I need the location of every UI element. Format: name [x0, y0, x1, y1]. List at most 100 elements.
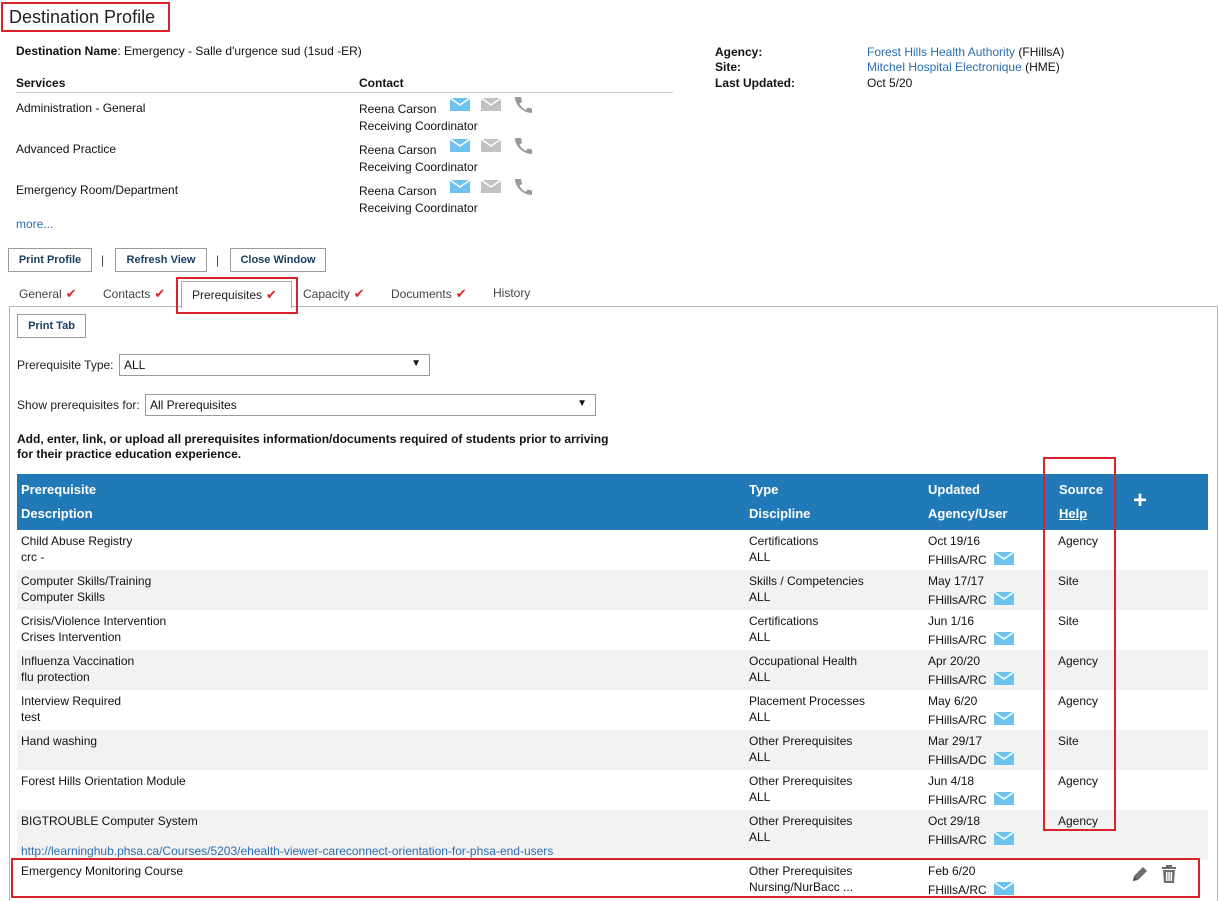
services-header: Services Contact [16, 76, 673, 93]
mail-icon[interactable] [993, 710, 1015, 727]
prerequisite-name: Crisis/Violence Intervention [21, 614, 167, 628]
table-row[interactable]: Crisis/Violence Intervention Crises Inter… [17, 610, 1208, 650]
updated-date: May 6/20 [928, 694, 978, 708]
updated-date: Mar 29/17 [928, 734, 983, 748]
service-name: Administration - General [16, 101, 146, 115]
prerequisite-type: Other Prerequisites [749, 814, 853, 828]
prerequisite-name: BIGTROUBLE Computer System [21, 814, 198, 828]
mail-icon[interactable] [993, 830, 1015, 847]
phone-icon[interactable] [512, 95, 534, 115]
table-row[interactable]: Child Abuse Registry crc - Certifications A… [17, 530, 1208, 570]
updated-date: Jun 4/18 [928, 774, 975, 788]
last-row-highlight [11, 858, 1200, 898]
prerequisite-description: Computer Skills [21, 590, 106, 604]
prerequisite-type-select[interactable]: ALL ▼ [119, 354, 430, 376]
prerequisite-description: Crises Intervention [21, 630, 122, 644]
updated-date: Oct 19/16 [928, 534, 981, 548]
table-row[interactable]: Interview Required test Placement Processe… [17, 690, 1208, 730]
prerequisite-discipline: ALL [749, 550, 771, 564]
mail-icon[interactable] [993, 550, 1015, 567]
show-prerequisites-value: All Prerequisites [150, 398, 237, 412]
updated-date: Apr 20/20 [928, 654, 981, 668]
prerequisites-table-header: Prerequisite Description Type Discipline… [17, 474, 1208, 530]
updated-by-user: FHillsA/RC [928, 793, 987, 807]
print-profile-button[interactable]: Print Profile [8, 248, 92, 272]
mail-icon[interactable] [993, 590, 1015, 607]
mail-icon[interactable] [449, 177, 471, 195]
prerequisite-discipline: ALL [749, 790, 771, 804]
mail-icon[interactable] [449, 95, 471, 113]
tab-capacity[interactable]: Capacity ✔ [303, 286, 365, 302]
mail-disabled-icon [480, 138, 502, 152]
page-title-highlight: Destination Profile [1, 2, 170, 32]
check-icon: ✔ [154, 286, 166, 301]
prerequisite-type-value: ALL [124, 358, 146, 372]
prerequisite-discipline: ALL [749, 590, 771, 604]
agency-label: Agency: [715, 45, 763, 59]
more-services-link[interactable]: more... [16, 217, 53, 231]
site-abbr: (HME) [1025, 60, 1060, 74]
contact-role: Receiving Coordinator [359, 160, 478, 174]
refresh-view-button[interactable]: Refresh View [115, 248, 207, 272]
show-prerequisites-select[interactable]: All Prerequisites ▼ [145, 394, 596, 416]
close-window-button[interactable]: Close Window [230, 248, 326, 272]
mail-icon[interactable] [993, 790, 1015, 807]
check-icon: ✔ [353, 286, 365, 301]
updated-by-user: FHillsA/RC [928, 673, 987, 687]
updated-by-user: FHillsA/DC [928, 753, 987, 767]
agency-link[interactable]: Forest Hills Health Authority [867, 45, 1015, 59]
phone-icon[interactable] [512, 177, 534, 197]
prerequisite-name: Forest Hills Orientation Module [21, 774, 186, 788]
agency-value: Forest Hills Health Authority (FHillsA) [867, 44, 1064, 60]
prerequisite-discipline: ALL [749, 670, 771, 684]
updated-by-user: FHillsA/RC [928, 633, 987, 647]
contact-name[interactable]: Reena Carson [359, 102, 436, 116]
mail-icon[interactable] [449, 136, 471, 154]
site-link[interactable]: Mitchel Hospital Electronique [867, 60, 1022, 74]
mail-icon[interactable] [993, 750, 1015, 767]
toolbar-separator: | [101, 253, 105, 267]
table-row[interactable]: Forest Hills Orientation Module Other Pre… [17, 770, 1208, 810]
mail-disabled-icon [480, 97, 502, 111]
site-value: Mitchel Hospital Electronique (HME) [867, 59, 1060, 75]
updated-by-user: FHillsA/RC [928, 593, 987, 607]
prerequisite-type: Other Prerequisites [749, 734, 853, 748]
updated-date: May 17/17 [928, 574, 985, 588]
service-row: Emergency Room/Department Reena Carson R… [16, 177, 673, 217]
active-tab-highlight [176, 277, 298, 314]
contact-name[interactable]: Reena Carson [359, 184, 436, 198]
table-row[interactable]: Computer Skills/Training Computer Skills S… [17, 570, 1208, 610]
header-prerequisite: Prerequisite [21, 482, 97, 497]
prerequisite-description: flu protection [21, 670, 90, 684]
prerequisite-discipline: ALL [749, 750, 771, 764]
updated-date: Jun 1/16 [928, 614, 975, 628]
destination-name: Destination Name: Emergency - Salle d'ur… [16, 44, 362, 58]
header-discipline: Discipline [749, 506, 811, 521]
prerequisite-type: Skills / Competencies [749, 574, 864, 588]
dropdown-arrow-icon: ▼ [577, 398, 587, 409]
prerequisite-discipline: ALL [749, 830, 771, 844]
header-description: Description [21, 506, 93, 521]
updated-by-user: FHillsA/RC [928, 713, 987, 727]
table-row[interactable]: BIGTROUBLE Computer System Other Prerequi… [17, 810, 1208, 860]
tab-contacts[interactable]: Contacts ✔ [103, 286, 165, 302]
source-column-highlight [1043, 457, 1116, 831]
site-label: Site: [715, 60, 742, 74]
table-row[interactable]: Hand washing Other Prerequisites ALL Mar 29… [17, 730, 1208, 770]
prerequisite-type: Certifications [749, 534, 819, 548]
phone-icon[interactable] [512, 136, 534, 156]
prerequisite-name: Interview Required [21, 694, 122, 708]
add-prerequisite-button[interactable]: + [1133, 489, 1147, 513]
tab-history[interactable]: History [493, 286, 530, 300]
service-row: Advanced Practice Reena Carson Receiving… [16, 136, 673, 176]
table-row[interactable]: Influenza Vaccination flu protection Occup… [17, 650, 1208, 690]
tab-documents[interactable]: Documents ✔ [391, 286, 467, 302]
prerequisite-url-link[interactable]: http://learninghub.phsa.ca/Courses/5203/… [21, 844, 553, 858]
print-tab-button[interactable]: Print Tab [17, 314, 86, 338]
contact-name[interactable]: Reena Carson [359, 143, 436, 157]
prerequisite-name: Hand washing [21, 734, 98, 748]
mail-icon[interactable] [993, 670, 1015, 687]
agency-abbr: (FHillsA) [1018, 45, 1065, 59]
tab-general[interactable]: General ✔ [19, 286, 77, 302]
mail-icon[interactable] [993, 630, 1015, 647]
